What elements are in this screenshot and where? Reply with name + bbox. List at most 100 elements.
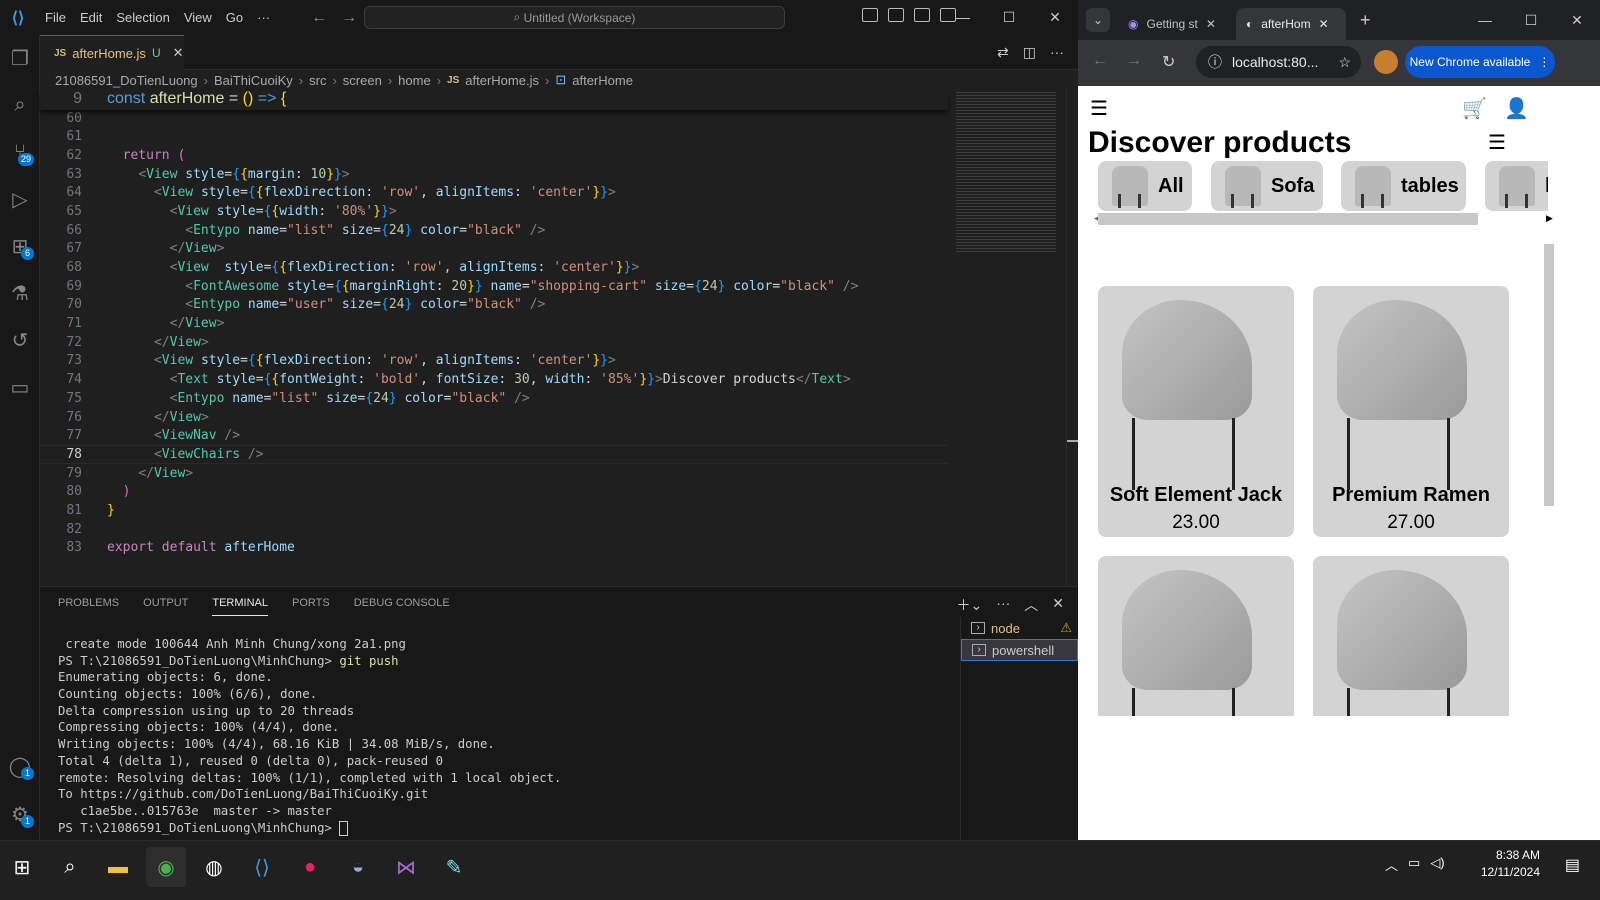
- product-card[interactable]: [1098, 556, 1294, 716]
- product-card[interactable]: [1313, 556, 1509, 716]
- toggle-secondary-sidebar-icon[interactable]: [914, 8, 930, 22]
- notification-icon[interactable]: ▤: [1565, 855, 1580, 875]
- maximize-panel-icon[interactable]: ︿: [1024, 595, 1038, 615]
- minimize-button[interactable]: —: [1462, 0, 1508, 40]
- breadcrumb-item[interactable]: screen: [343, 73, 382, 88]
- terminal-node[interactable]: › node ⚠: [961, 617, 1078, 639]
- chrome-icon[interactable]: ◉: [146, 847, 186, 887]
- user-icon[interactable]: 👤: [1504, 96, 1529, 121]
- timeline-icon[interactable]: ↺: [0, 317, 40, 364]
- close-button[interactable]: ✕: [1554, 0, 1600, 40]
- category-tables[interactable]: tables: [1341, 161, 1466, 211]
- forward-arrow-icon[interactable]: →: [1126, 52, 1142, 70]
- maximize-button[interactable]: ☐: [986, 0, 1032, 35]
- tab-output[interactable]: OUTPUT: [143, 597, 188, 616]
- product-card[interactable]: Soft Element Jack 23.00: [1098, 286, 1294, 537]
- breadcrumb-item[interactable]: src: [309, 73, 326, 88]
- search-view-icon[interactable]: ⌕: [0, 82, 40, 129]
- close-icon[interactable]: ✕: [1206, 17, 1216, 31]
- clock[interactable]: 8:38 AM 12/11/2024: [1481, 847, 1540, 881]
- shopping-cart-icon[interactable]: 🛒: [1462, 96, 1487, 121]
- back-arrow-icon[interactable]: ←: [311, 9, 327, 27]
- source-control-icon[interactable]: ⑂ 29: [0, 129, 40, 176]
- menu-more[interactable]: ···: [250, 10, 277, 25]
- close-icon[interactable]: ✕: [173, 45, 184, 61]
- menu-go[interactable]: Go: [219, 10, 250, 25]
- tab-debug-console[interactable]: DEBUG CONSOLE: [354, 597, 450, 616]
- breadcrumb-item[interactable]: afterHome.js: [465, 73, 539, 88]
- list-filter-icon[interactable]: ☰: [1488, 130, 1506, 155]
- list-menu-icon[interactable]: ☰: [1090, 96, 1108, 121]
- category-scrollbar[interactable]: [1098, 213, 1478, 225]
- search-icon[interactable]: ⌕: [50, 847, 90, 887]
- chrome-tab-getting-started[interactable]: ◉ Getting st ✕: [1118, 8, 1233, 40]
- code-editor[interactable]: 60 61 62 return ( 63 <View style={{margi…: [40, 90, 948, 586]
- visual-studio-icon[interactable]: ⋈: [386, 847, 426, 887]
- vscode-icon[interactable]: ⟨⟩: [242, 847, 282, 887]
- open-changes-icon[interactable]: ⇄: [997, 44, 1009, 61]
- editor-scrollbar[interactable]: [1066, 90, 1079, 586]
- app-icon[interactable]: ✎: [434, 847, 474, 887]
- bookmark-star-icon[interactable]: ☆: [1338, 54, 1351, 71]
- tab-problems[interactable]: PROBLEMS: [58, 597, 119, 616]
- start-windows-icon[interactable]: ⊞: [2, 847, 42, 887]
- chrome-tab-afterhome[interactable]: ◐ afterHom ✕: [1236, 8, 1346, 40]
- maximize-button[interactable]: ☐: [1508, 0, 1554, 40]
- address-bar[interactable]: ⓘ localhost:80... ☆: [1196, 46, 1361, 78]
- menu-edit[interactable]: Edit: [73, 10, 109, 25]
- product-scrollbar[interactable]: [1542, 236, 1554, 716]
- breadcrumb-item[interactable]: afterHome: [572, 73, 633, 88]
- tab-search-icon[interactable]: ⌄: [1086, 8, 1110, 32]
- command-center[interactable]: ⌕ Untitled (Workspace): [364, 6, 785, 29]
- accounts-icon[interactable]: ◯ 1: [0, 743, 40, 790]
- forward-arrow-icon[interactable]: →: [341, 9, 357, 27]
- terminal-output[interactable]: create mode 100644 Anh Minh Chung/xong 2…: [58, 637, 948, 837]
- scroll-right-icon[interactable]: ▶: [1546, 213, 1553, 224]
- minimize-button[interactable]: —: [940, 0, 986, 35]
- new-terminal-icon[interactable]: ＋⌄: [957, 595, 983, 615]
- terminal-powershell[interactable]: › powershell: [961, 639, 1078, 661]
- toggle-sidebar-icon[interactable]: [862, 8, 878, 22]
- product-card[interactable]: Premium Ramen 27.00: [1313, 286, 1509, 537]
- close-icon[interactable]: ✕: [1319, 17, 1329, 31]
- back-arrow-icon[interactable]: ←: [1092, 52, 1108, 70]
- close-panel-icon[interactable]: ✕: [1052, 595, 1064, 615]
- run-debug-icon[interactable]: ▷: [0, 176, 40, 223]
- more-actions-icon[interactable]: ···: [1050, 44, 1064, 61]
- split-editor-icon[interactable]: ◫: [1023, 44, 1036, 61]
- menu-file[interactable]: File: [38, 10, 73, 25]
- network-icon[interactable]: ▭: [1408, 855, 1420, 874]
- extensions-icon[interactable]: ⊞ 6: [0, 223, 40, 270]
- volume-icon[interactable]: ◁): [1430, 855, 1444, 874]
- tab-terminal[interactable]: TERMINAL: [212, 597, 268, 616]
- category-all[interactable]: All: [1098, 161, 1192, 211]
- remote-explorer-icon[interactable]: ▭: [0, 364, 40, 411]
- line-number: 75: [66, 390, 82, 406]
- explorer-icon[interactable]: ❐: [0, 35, 40, 82]
- app-icon[interactable]: ●: [290, 847, 330, 887]
- minimap[interactable]: [948, 90, 1066, 586]
- tray-chevron-icon[interactable]: ︿: [1385, 855, 1398, 874]
- new-chrome-available-button[interactable]: New Chrome available ⋮: [1405, 46, 1555, 78]
- file-explorer-icon[interactable]: ▬: [98, 847, 138, 887]
- close-button[interactable]: ✕: [1032, 0, 1078, 35]
- category-sofa[interactable]: Sofa: [1211, 161, 1323, 211]
- eclipse-icon[interactable]: ◒: [338, 847, 378, 887]
- more-actions-icon[interactable]: ···: [996, 595, 1010, 615]
- sticky-scroll[interactable]: 9 const afterHome = () => {: [40, 90, 948, 110]
- menu-selection[interactable]: Selection: [109, 10, 176, 25]
- breadcrumb-item[interactable]: 21086591_DoTienLuong: [55, 73, 198, 88]
- avatar[interactable]: [1374, 50, 1398, 74]
- tab-ports[interactable]: PORTS: [292, 597, 330, 616]
- testing-icon[interactable]: ⚗: [0, 270, 40, 317]
- category-more[interactable]: ke: [1485, 161, 1548, 211]
- breadcrumb-item[interactable]: BaiThiCuoiKy: [214, 73, 293, 88]
- tab-afterhome[interactable]: JS afterHome.js U ✕: [40, 35, 184, 70]
- reload-icon[interactable]: ↻: [1162, 52, 1175, 72]
- new-tab-icon[interactable]: +: [1360, 10, 1371, 31]
- menu-view[interactable]: View: [177, 10, 219, 25]
- app-icon[interactable]: ◍: [194, 847, 234, 887]
- settings-gear-icon[interactable]: ⚙ 1: [0, 791, 40, 838]
- toggle-panel-icon[interactable]: [888, 8, 904, 22]
- breadcrumb-item[interactable]: home: [398, 73, 431, 88]
